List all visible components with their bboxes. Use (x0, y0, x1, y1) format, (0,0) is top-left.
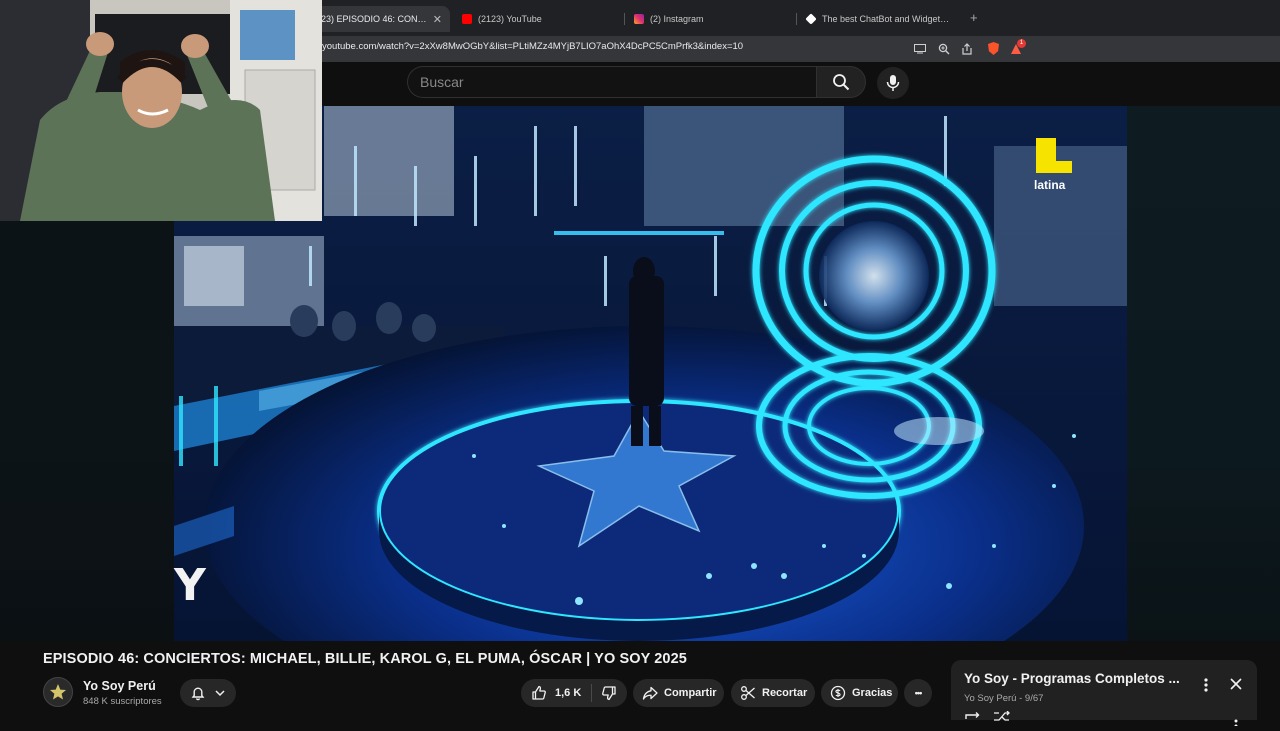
share-button[interactable]: Compartir (633, 679, 724, 707)
search-button[interactable] (816, 66, 866, 98)
playlist-title[interactable]: Yo Soy - Programas Completos ... (964, 671, 1189, 686)
subscriber-count: 848 K suscriptores (83, 696, 162, 707)
like-count: 1,6 K (555, 687, 582, 699)
tab-divider (624, 13, 625, 25)
cast-icon[interactable] (913, 42, 927, 56)
zoom-icon[interactable] (937, 42, 951, 56)
share-icon (642, 685, 658, 701)
search-input[interactable] (408, 67, 812, 97)
youtube-icon (462, 14, 472, 24)
thanks-button[interactable]: Gracias (821, 679, 898, 707)
like-dislike-group: 1,6 K (521, 679, 627, 707)
tab-youtube[interactable]: (2123) YouTube (454, 6, 624, 32)
playlist-more-icon[interactable] (1233, 713, 1239, 731)
chevron-down-icon (214, 687, 226, 699)
thumbs-down-icon (602, 686, 616, 701)
shuffle-icon[interactable] (993, 709, 1011, 727)
playlist-menu-icon[interactable] (1201, 677, 1211, 698)
new-tab-button[interactable]: + (970, 10, 978, 25)
thanks-label: Gracias (852, 687, 893, 699)
loop-icon[interactable] (964, 709, 982, 727)
playlist-meta: Yo Soy Perú - 9/67 (964, 693, 1044, 704)
tab-divider (796, 13, 797, 25)
clip-label: Recortar (762, 687, 808, 699)
more-actions-button[interactable]: ••• (904, 679, 932, 707)
more-icon: ••• (914, 688, 923, 698)
channel-avatar[interactable] (43, 677, 73, 707)
share-page-icon[interactable] (960, 42, 974, 56)
video-title: EPISODIO 46: CONCIERTOS: MICHAEL, BILLIE… (43, 651, 687, 667)
playlist-panel: Yo Soy - Programas Completos ... Yo Soy … (951, 660, 1257, 728)
like-button[interactable]: 1,6 K (531, 685, 581, 701)
search-icon (833, 74, 850, 91)
webcam-overlay (0, 0, 322, 221)
search-box (407, 66, 816, 98)
star-icon (50, 684, 66, 700)
dislike-button[interactable] (601, 685, 617, 701)
channel-name[interactable]: Yo Soy Perú (83, 679, 156, 693)
thumbs-up-icon (532, 685, 546, 700)
extension-badge: 1 (1017, 39, 1026, 48)
tab-label: (2) Instagram (650, 14, 704, 24)
tab-label: The best ChatBot and Widgets for Kick (822, 14, 950, 24)
brave-shield-icon[interactable] (988, 42, 999, 55)
close-icon[interactable] (1229, 677, 1243, 696)
tab-label: (2123) YouTube (478, 14, 542, 24)
bell-icon (190, 685, 206, 701)
instagram-icon (634, 14, 644, 24)
voice-search-button[interactable] (877, 67, 909, 99)
clip-button[interactable]: Recortar (731, 679, 815, 707)
tab-label: (2123) EPISODIO 46: CONCIERTOS (308, 14, 427, 24)
latina-logo-text: latina (1034, 178, 1066, 192)
close-tab-icon[interactable]: ✕ (433, 13, 442, 26)
video-overlay-letter: Y (174, 560, 206, 611)
tab-episodio[interactable]: (2123) EPISODIO 46: CONCIERTOS ✕ (300, 6, 450, 32)
share-label: Compartir (664, 687, 717, 699)
diamond-icon (805, 13, 817, 25)
webcam-feed (0, 0, 322, 221)
tab-chatbot[interactable]: The best ChatBot and Widgets for Kick (798, 6, 958, 32)
scissors-icon (740, 685, 756, 701)
ambient-right (1127, 106, 1280, 641)
like-divider (590, 684, 592, 702)
url-text[interactable]: youtube.com/watch?v=2xXw8MwOGbY&list=PLt… (322, 41, 743, 52)
super-thanks-icon (830, 685, 846, 701)
microphone-icon (886, 75, 900, 91)
notifications-button[interactable] (180, 679, 236, 707)
tab-instagram[interactable]: (2) Instagram (626, 6, 796, 32)
